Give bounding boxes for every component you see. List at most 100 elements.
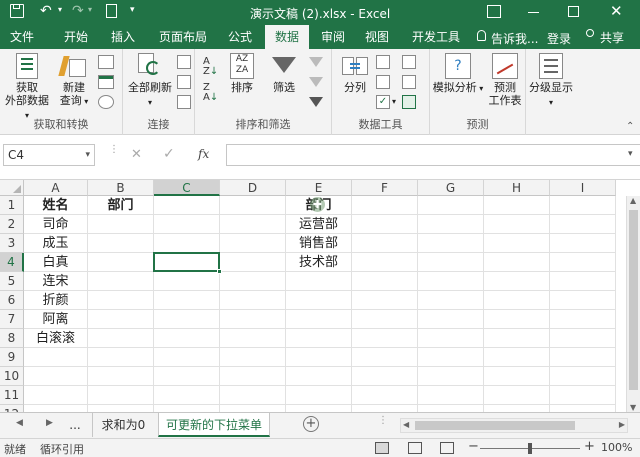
sheet-tab-more[interactable]: ... bbox=[64, 413, 86, 437]
cell-c3[interactable] bbox=[154, 234, 220, 253]
cell-i5[interactable] bbox=[550, 272, 616, 291]
tab-developer[interactable]: 开发工具 bbox=[404, 25, 468, 49]
expand-formula-bar-icon[interactable]: ▾ bbox=[628, 149, 633, 159]
row-header-3[interactable]: 3 bbox=[0, 234, 24, 253]
show-queries-icon[interactable] bbox=[98, 55, 114, 69]
scroll-left-icon[interactable]: ◀ bbox=[403, 420, 409, 429]
column-header-e[interactable]: E bbox=[286, 180, 352, 196]
column-header-a[interactable]: A bbox=[24, 180, 88, 196]
zoom-slider-thumb[interactable] bbox=[528, 443, 532, 454]
cell-g11[interactable] bbox=[418, 386, 484, 405]
cell-f12[interactable] bbox=[352, 405, 418, 412]
cell-a11[interactable] bbox=[24, 386, 88, 405]
cell-b4[interactable] bbox=[88, 253, 154, 272]
relationships-icon[interactable] bbox=[402, 75, 416, 89]
zoom-in-icon[interactable]: + bbox=[584, 439, 595, 454]
reapply-icon[interactable] bbox=[309, 77, 323, 87]
sort-ascending-icon[interactable]: A Z↓ bbox=[203, 57, 218, 77]
scroll-down-icon[interactable]: ▼ bbox=[630, 403, 636, 412]
row-header-4[interactable]: 4 bbox=[0, 253, 24, 272]
cell-g9[interactable] bbox=[418, 348, 484, 367]
sheet-tab-sum-zero[interactable]: 求和为0 bbox=[92, 413, 154, 437]
cell-e4[interactable]: 技术部 bbox=[286, 253, 352, 272]
row-header-6[interactable]: 6 bbox=[0, 291, 24, 310]
cell-e6[interactable] bbox=[286, 291, 352, 310]
cell-a3[interactable]: 成玉 bbox=[24, 234, 88, 253]
cell-h12[interactable] bbox=[484, 405, 550, 412]
cell-i2[interactable] bbox=[550, 215, 616, 234]
ribbon-display-options-icon[interactable] bbox=[487, 5, 501, 18]
cell-d11[interactable] bbox=[220, 386, 286, 405]
cell-f2[interactable] bbox=[352, 215, 418, 234]
row-header-1[interactable]: 1 bbox=[0, 196, 24, 215]
cell-f4[interactable] bbox=[352, 253, 418, 272]
cell-b1[interactable]: 部门 bbox=[88, 196, 154, 215]
row-header-5[interactable]: 5 bbox=[0, 272, 24, 291]
cell-h10[interactable] bbox=[484, 367, 550, 386]
formula-bar-splitter-icon[interactable]: ⋮ bbox=[109, 145, 119, 155]
column-header-g[interactable]: G bbox=[418, 180, 484, 196]
cell-b6[interactable] bbox=[88, 291, 154, 310]
cell-i7[interactable] bbox=[550, 310, 616, 329]
cell-d6[interactable] bbox=[220, 291, 286, 310]
cell-f1[interactable] bbox=[352, 196, 418, 215]
sign-in-link[interactable]: 登录 bbox=[547, 30, 571, 47]
from-table-icon[interactable] bbox=[98, 75, 114, 89]
cell-e3[interactable]: 销售部 bbox=[286, 234, 352, 253]
cell-a8[interactable]: 白滚滚 bbox=[24, 329, 88, 348]
row-header-7[interactable]: 7 bbox=[0, 310, 24, 329]
cell-g6[interactable] bbox=[418, 291, 484, 310]
tab-splitter-icon[interactable]: ⋮ bbox=[378, 416, 388, 426]
new-file-icon[interactable] bbox=[106, 4, 117, 18]
cell-f10[interactable] bbox=[352, 367, 418, 386]
cell-d10[interactable] bbox=[220, 367, 286, 386]
properties-icon[interactable] bbox=[177, 75, 191, 89]
cell-c8[interactable] bbox=[154, 329, 220, 348]
cell-d12[interactable] bbox=[220, 405, 286, 412]
column-header-b[interactable]: B bbox=[88, 180, 154, 196]
cell-g8[interactable] bbox=[418, 329, 484, 348]
next-sheet-icon[interactable]: ▶ bbox=[46, 418, 53, 428]
customize-qat-icon[interactable]: ▾ bbox=[130, 5, 135, 15]
cell-d9[interactable] bbox=[220, 348, 286, 367]
cell-b12[interactable] bbox=[88, 405, 154, 412]
formula-input[interactable] bbox=[226, 144, 640, 166]
cell-h7[interactable] bbox=[484, 310, 550, 329]
column-header-c[interactable]: C bbox=[154, 180, 220, 196]
cell-d3[interactable] bbox=[220, 234, 286, 253]
row-header-11[interactable]: 11 bbox=[0, 386, 24, 405]
restore-icon[interactable] bbox=[568, 6, 579, 17]
cell-b7[interactable] bbox=[88, 310, 154, 329]
cell-d4[interactable] bbox=[220, 253, 286, 272]
edit-links-icon[interactable] bbox=[177, 95, 191, 109]
cell-g10[interactable] bbox=[418, 367, 484, 386]
cell-g3[interactable] bbox=[418, 234, 484, 253]
tab-insert[interactable]: 插入 bbox=[103, 25, 143, 49]
tab-view[interactable]: 视图 bbox=[357, 25, 397, 49]
cell-e2[interactable]: 运营部 bbox=[286, 215, 352, 234]
tab-review[interactable]: 审阅 bbox=[313, 25, 353, 49]
tab-data[interactable]: 数据 bbox=[265, 25, 309, 49]
cell-f5[interactable] bbox=[352, 272, 418, 291]
column-header-h[interactable]: H bbox=[484, 180, 550, 196]
cell-d5[interactable] bbox=[220, 272, 286, 291]
cell-a4[interactable]: 白真 bbox=[24, 253, 88, 272]
remove-duplicates-icon[interactable] bbox=[376, 75, 390, 89]
page-break-view-icon[interactable] bbox=[440, 442, 454, 454]
cell-i3[interactable] bbox=[550, 234, 616, 253]
cell-h11[interactable] bbox=[484, 386, 550, 405]
cell-i11[interactable] bbox=[550, 386, 616, 405]
sort-descending-icon[interactable]: Z A↓ bbox=[203, 83, 218, 103]
data-validation-dropdown-icon[interactable]: ▾ bbox=[392, 97, 396, 106]
normal-view-icon[interactable] bbox=[375, 442, 389, 454]
cell-c11[interactable] bbox=[154, 386, 220, 405]
row-header-8[interactable]: 8 bbox=[0, 329, 24, 348]
tell-me-box[interactable]: 告诉我... bbox=[491, 30, 538, 47]
cell-g4[interactable] bbox=[418, 253, 484, 272]
tab-formulas[interactable]: 公式 bbox=[220, 25, 260, 49]
cell-d8[interactable] bbox=[220, 329, 286, 348]
cell-h9[interactable] bbox=[484, 348, 550, 367]
scroll-up-icon[interactable]: ▲ bbox=[630, 196, 636, 205]
data-validation-icon[interactable]: ✓ bbox=[376, 95, 390, 109]
insert-function-icon[interactable]: fx bbox=[198, 147, 209, 161]
